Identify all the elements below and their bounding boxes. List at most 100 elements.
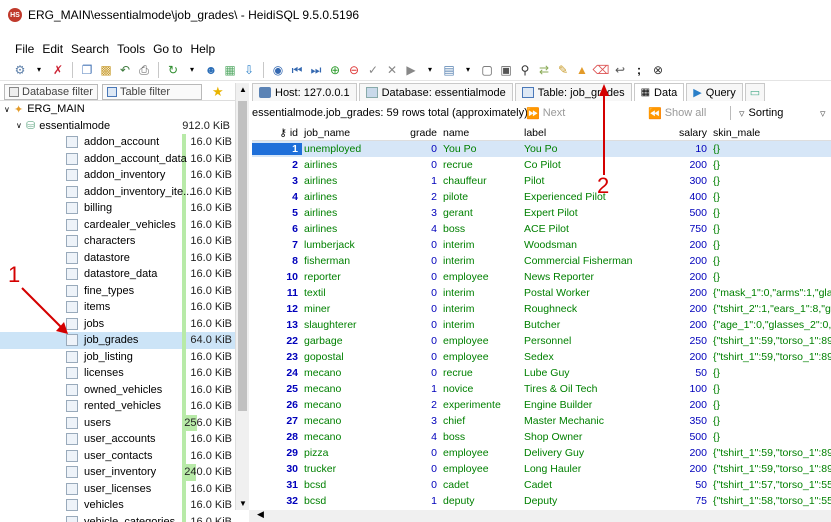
show-all-button[interactable]: ⏪ Show all [648, 107, 706, 120]
cell-skin-male[interactable]: {} [711, 255, 831, 267]
cell-id[interactable]: 10 [252, 271, 302, 283]
cell-grade[interactable]: 0 [386, 319, 441, 331]
cell-name[interactable]: gerant [441, 207, 522, 219]
cell-salary[interactable]: 50 [653, 479, 711, 491]
cell-name[interactable]: pilote [441, 191, 522, 203]
print-icon[interactable]: ⎙ [136, 62, 152, 78]
cell-id[interactable]: 27 [252, 415, 302, 427]
cell-name[interactable]: employee [441, 351, 522, 363]
cell-job-name[interactable]: bcsd [302, 479, 386, 491]
disconnect-icon[interactable]: ✗ [50, 62, 66, 78]
table-row[interactable]: 24 mecano 0 recrue Lube Guy 50{} [252, 365, 831, 381]
cell-job-name[interactable]: mecano [302, 399, 386, 411]
cell-salary[interactable]: 100 [653, 383, 711, 395]
cell-label[interactable]: Expert Pilot [522, 207, 653, 219]
tree-table-9[interactable]: fine_types 16.0 KiB [0, 282, 249, 299]
cell-skin-male[interactable]: {"age_1":0,"glasses_2":0,"beard_1":5, [711, 319, 831, 331]
cell-job-name[interactable]: mecano [302, 415, 386, 427]
column-header-skin-male[interactable]: skin_male [711, 127, 831, 139]
cell-salary[interactable]: 200 [653, 463, 711, 475]
collapse-arrow-icon[interactable]: ∨ [16, 121, 26, 130]
cell-name[interactable]: You Po [441, 143, 522, 155]
table-row[interactable]: 13 slaughterer 0 interim Butcher 200 {"age_1":… [252, 317, 831, 333]
post-changes-icon[interactable]: ✓ [365, 62, 381, 78]
cell-salary[interactable]: 200 [653, 303, 711, 315]
tree-server-node[interactable]: ∨ ✦ ERG_MAIN [0, 101, 249, 118]
cell-skin-male[interactable]: {"tshirt_1":58,"torso_1":55,"shoes":24, [711, 495, 831, 507]
cell-label[interactable]: ACE Pilot [522, 223, 653, 235]
cell-label[interactable]: Commercial Fisherman [522, 255, 653, 267]
cell-label[interactable]: Delivery Guy [522, 447, 653, 459]
tab-data[interactable]: ▦ Data [633, 83, 685, 101]
table-row[interactable]: 32 bcsd 1 deputy Deputy 75 {"tshirt_1":58,"tor… [252, 493, 831, 509]
dropdown-arrow-icon[interactable]: ▾ [31, 62, 47, 78]
table-row[interactable]: 29 pizza 0 employee Delivery Guy 200 {"tshirt_… [252, 445, 831, 461]
table-row[interactable]: 4 airlines 2 pilote Experienced Pilot 400{} [252, 189, 831, 205]
column-header-grade[interactable]: grade [386, 127, 441, 139]
cell-job-name[interactable]: gopostal [302, 351, 386, 363]
tree-table-4[interactable]: billing 16.0 KiB [0, 200, 249, 217]
cell-id[interactable]: 23 [252, 351, 302, 363]
stop-icon[interactable]: ◉ [270, 62, 286, 78]
cell-label[interactable]: Cadet [522, 479, 653, 491]
table-row[interactable]: 26 mecano 2 experimente Engine Builder 200{} [252, 397, 831, 413]
cell-skin-male[interactable]: {} [711, 207, 831, 219]
cell-job-name[interactable]: lumberjack [302, 239, 386, 251]
cell-salary[interactable]: 200 [653, 287, 711, 299]
table-row[interactable]: 6 airlines 4 boss ACE Pilot 750{} [252, 221, 831, 237]
cell-job-name[interactable]: mecano [302, 367, 386, 379]
cell-skin-male[interactable]: {"tshirt_1":59,"torso_1":89,"arms":31," [711, 463, 831, 475]
cell-grade[interactable]: 0 [386, 463, 441, 475]
cell-salary[interactable]: 200 [653, 271, 711, 283]
cell-label[interactable]: Co Pilot [522, 159, 653, 171]
cell-skin-male[interactable]: {"tshirt_2":1,"ears_1":8,"glasses_1":15 [711, 303, 831, 315]
tab-query[interactable]: ▶ Query [686, 83, 743, 101]
cell-grade[interactable]: 2 [386, 191, 441, 203]
tree-table-23[interactable]: vehicle_categories 16.0 KiB [0, 513, 249, 522]
cell-grade[interactable]: 1 [386, 383, 441, 395]
menu-search[interactable]: Search [70, 42, 110, 56]
cell-grade[interactable]: 2 [386, 399, 441, 411]
cell-job-name[interactable]: reporter [302, 271, 386, 283]
cell-grade[interactable]: 3 [386, 207, 441, 219]
cell-label[interactable]: Woodsman [522, 239, 653, 251]
collapse-arrow-icon[interactable]: ∨ [4, 105, 14, 114]
cell-name[interactable]: experimente [441, 399, 522, 411]
column-header-label[interactable]: label [522, 127, 653, 139]
cell-skin-male[interactable]: {} [711, 415, 831, 427]
tree-table-21[interactable]: user_licenses 16.0 KiB [0, 480, 249, 497]
cell-name[interactable]: recrue [441, 159, 522, 171]
find-icon[interactable]: ⚲ [517, 62, 533, 78]
tree-table-19[interactable]: user_contacts 16.0 KiB [0, 447, 249, 464]
tree-scrollbar[interactable]: ▲ ▼ [235, 83, 249, 510]
tree-table-13[interactable]: job_listing 16.0 KiB [0, 348, 249, 365]
undo-icon[interactable]: ↶ [117, 62, 133, 78]
cell-label[interactable]: You Po [522, 143, 653, 155]
cell-job-name[interactable]: garbage [302, 335, 386, 347]
cell-skin-male[interactable]: {} [711, 223, 831, 235]
cell-label[interactable]: News Reporter [522, 271, 653, 283]
refresh-icon[interactable]: ↻ [165, 62, 181, 78]
database-filter-tab[interactable]: Database filter [4, 83, 98, 100]
column-header-job-name[interactable]: job_name [302, 127, 386, 139]
cell-id[interactable]: 26 [252, 399, 302, 411]
cell-name[interactable]: interim [441, 303, 522, 315]
cell-salary[interactable]: 75 [653, 495, 711, 507]
cell-name[interactable]: cadet [441, 479, 522, 491]
dropdown-arrow-icon[interactable]: ▾ [422, 62, 438, 78]
table-row[interactable]: 3 airlines 1 chauffeur Pilot 300{} [252, 173, 831, 189]
table-row[interactable]: 11 textil 0 interim Postal Worker 200 {"mask_1… [252, 285, 831, 301]
cell-id[interactable]: 12 [252, 303, 302, 315]
table-row[interactable]: 12 miner 0 interim Roughneck 200 {"tshirt_2":1… [252, 301, 831, 317]
table-row[interactable]: 1 unemployed 0 You Po You Po 10{} [252, 141, 831, 157]
cell-id[interactable]: 30 [252, 463, 302, 475]
cancel-changes-icon[interactable]: ✕ [384, 62, 400, 78]
insert-record-icon[interactable]: ⊕ [327, 62, 343, 78]
cell-job-name[interactable]: airlines [302, 191, 386, 203]
table-row[interactable]: 2 airlines 0 recrue Co Pilot 200{} [252, 157, 831, 173]
cell-grade[interactable]: 4 [386, 223, 441, 235]
column-header-name[interactable]: name [441, 127, 522, 139]
table-row[interactable]: 28 mecano 4 boss Shop Owner 500{} [252, 429, 831, 445]
cell-skin-male[interactable]: {} [711, 367, 831, 379]
edit-icon[interactable]: ✎ [555, 62, 571, 78]
